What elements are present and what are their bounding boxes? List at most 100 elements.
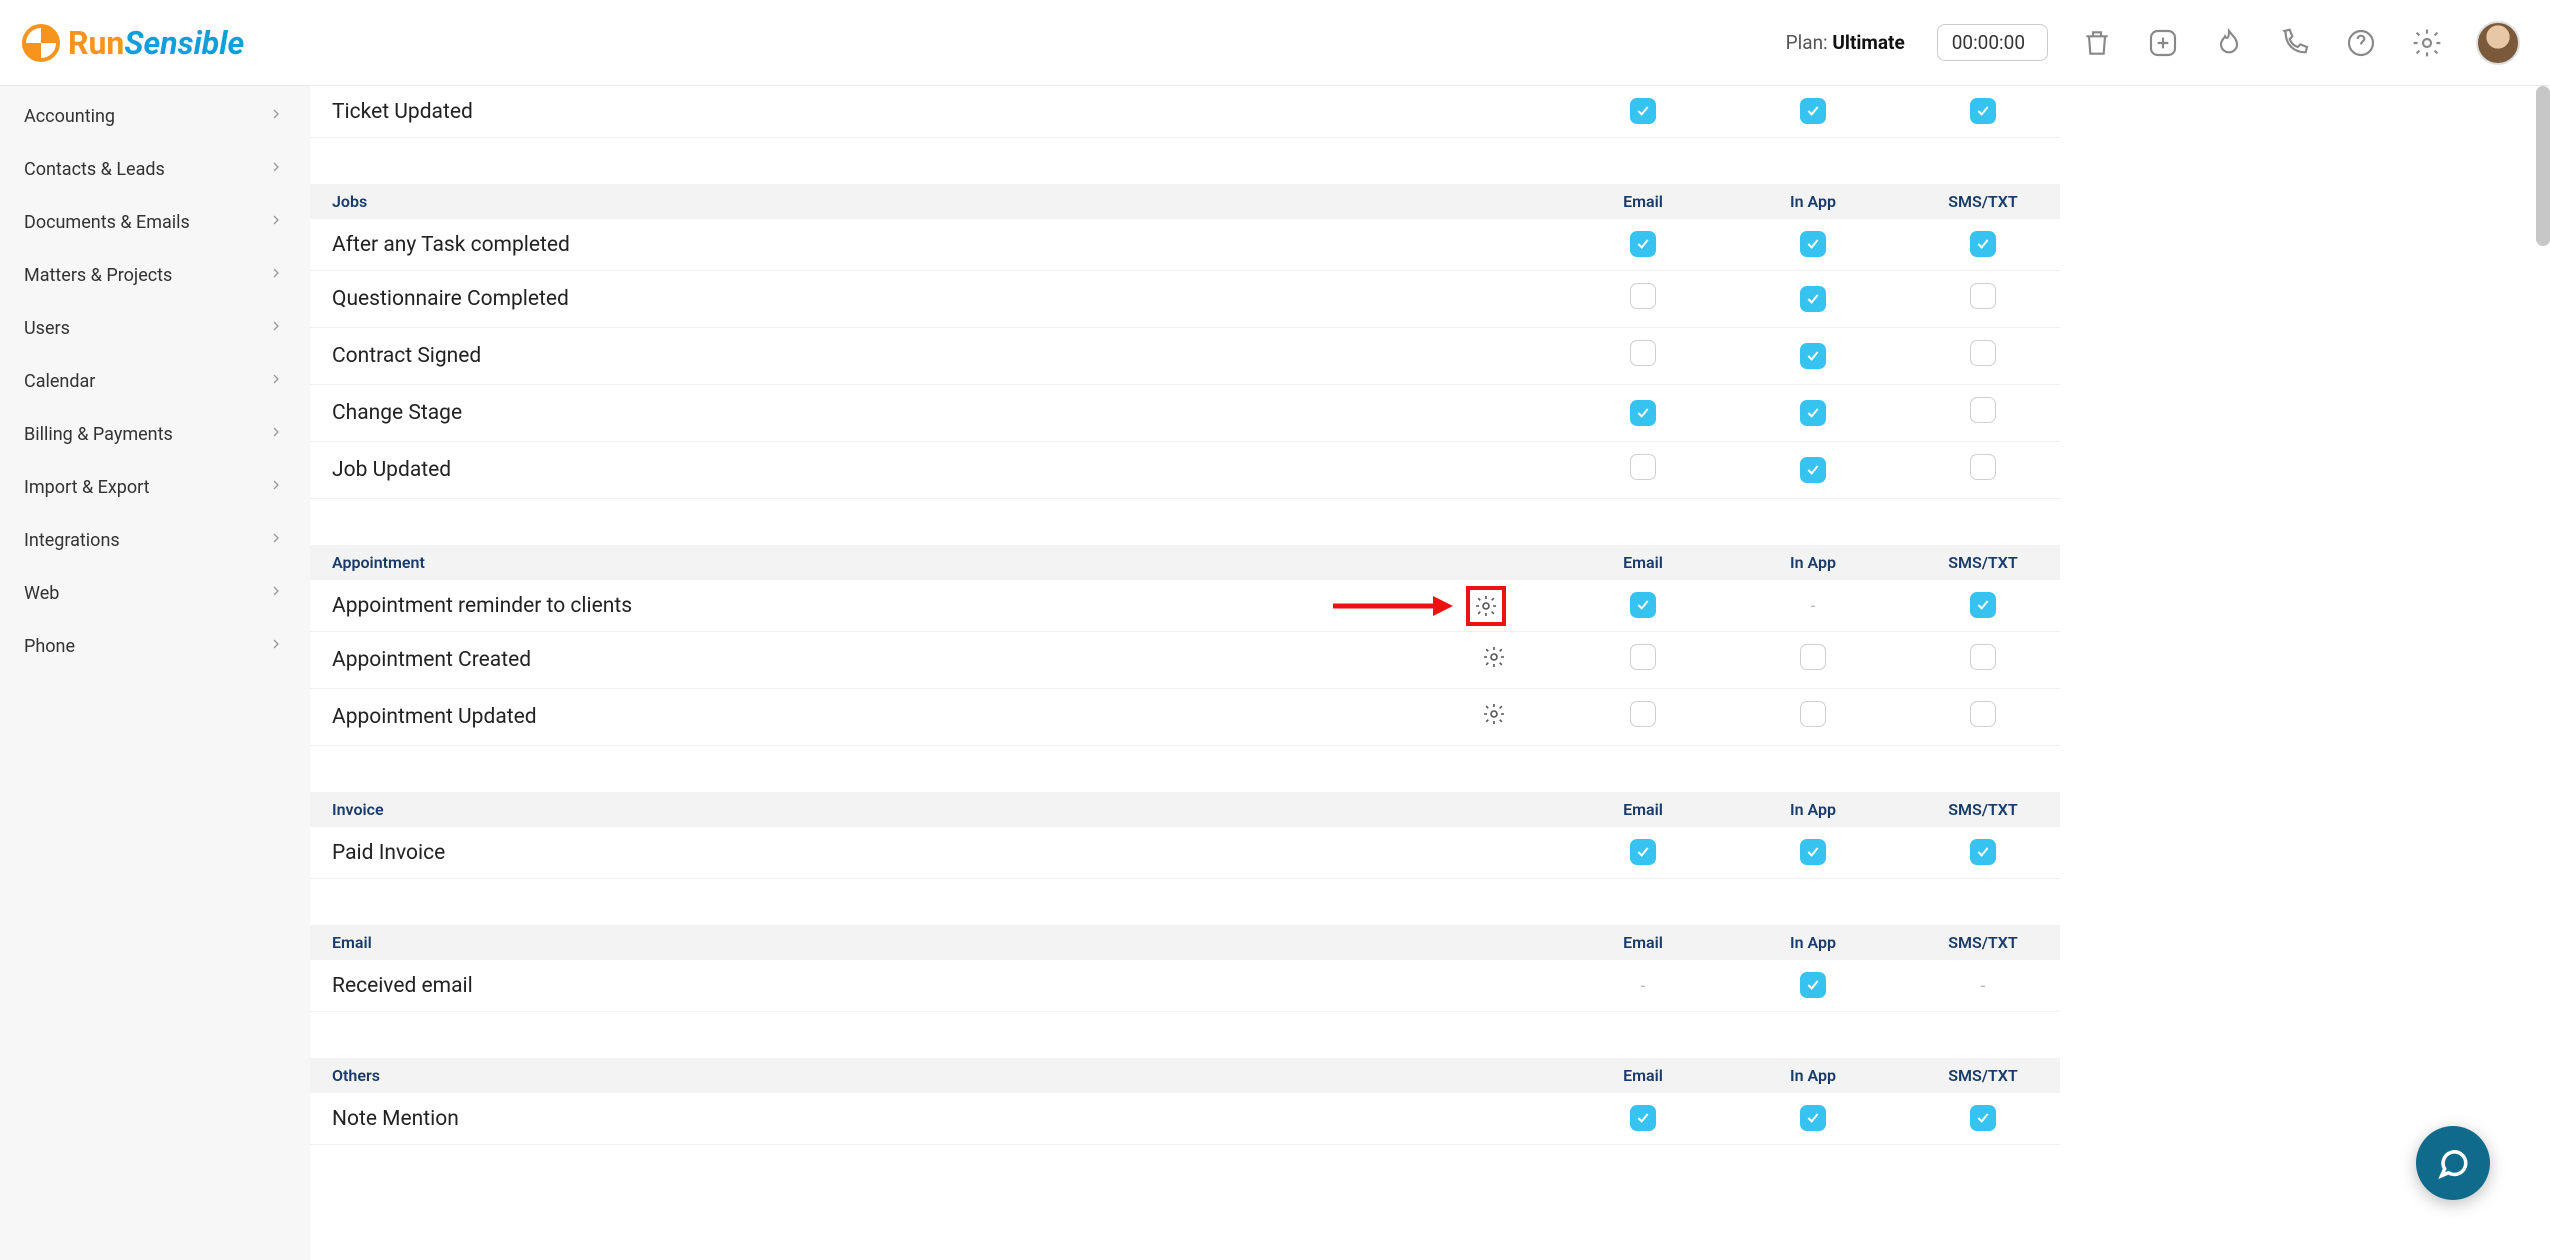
checkbox-off[interactable] — [1970, 454, 1996, 480]
chevron-right-icon — [268, 477, 284, 498]
sidebar-item-users[interactable]: Users — [0, 302, 310, 355]
checkbox-on[interactable] — [1800, 98, 1826, 124]
notification-row: Appointment Updated — [310, 689, 2060, 746]
checkbox-off[interactable] — [1630, 340, 1656, 366]
sidebar-item-accounting[interactable]: Accounting — [0, 90, 310, 143]
checkbox-on[interactable] — [1970, 231, 1996, 257]
checkbox-on[interactable] — [1970, 592, 1996, 618]
checkbox-off[interactable] — [1970, 397, 1996, 423]
col-inapp: In App — [1758, 800, 1868, 819]
checkbox-off[interactable] — [1800, 644, 1826, 670]
sidebar-item-web[interactable]: Web — [0, 567, 310, 620]
checkbox-on[interactable] — [1800, 839, 1826, 865]
logo-swirl-icon — [22, 24, 60, 62]
checkbox-on[interactable] — [1800, 343, 1826, 369]
notification-label: Job Updated — [332, 458, 451, 482]
checkbox-off[interactable] — [1970, 701, 1996, 727]
logo-run-text: Run — [68, 24, 124, 62]
brand-logo[interactable]: RunSensible — [22, 24, 244, 62]
sidebar-item-contacts-leads[interactable]: Contacts & Leads — [0, 143, 310, 196]
chat-fab[interactable] — [2416, 1126, 2490, 1200]
sidebar-item-matters-projects[interactable]: Matters & Projects — [0, 249, 310, 302]
sidebar-item-import-export[interactable]: Import & Export — [0, 461, 310, 514]
sidebar-item-label: Accounting — [24, 106, 115, 127]
checkbox-on[interactable] — [1630, 98, 1656, 124]
checkbox-on[interactable] — [1800, 1105, 1826, 1131]
help-icon[interactable] — [2344, 26, 2378, 60]
notification-row: Contract Signed — [310, 328, 2060, 385]
checkbox-on[interactable] — [1800, 231, 1826, 257]
checkbox-on[interactable] — [1970, 1105, 1996, 1131]
notification-label: Appointment reminder to clients — [332, 594, 632, 618]
sidebar-item-label: Billing & Payments — [24, 424, 173, 445]
checkbox-off[interactable] — [1970, 283, 1996, 309]
checkbox-on[interactable] — [1800, 972, 1826, 998]
checkbox-on[interactable] — [1630, 1105, 1656, 1131]
notification-label: Received email — [332, 974, 473, 998]
sidebar-item-integrations[interactable]: Integrations — [0, 514, 310, 567]
section-header-jobs: Jobs Email In App SMS/TXT — [310, 184, 2060, 219]
settings-icon[interactable] — [2410, 26, 2444, 60]
checkbox-off[interactable] — [1630, 644, 1656, 670]
top-header: RunSensible Plan: Ultimate 00:00:00 — [0, 0, 2550, 86]
notification-row: After any Task completed — [310, 219, 2060, 271]
sidebar-item-calendar[interactable]: Calendar — [0, 355, 310, 408]
user-avatar[interactable] — [2476, 21, 2520, 65]
sidebar-nav: Accounting Contacts & Leads Documents & … — [0, 86, 310, 1260]
chevron-right-icon — [268, 212, 284, 233]
checkbox-on[interactable] — [1970, 839, 1996, 865]
checkbox-off[interactable] — [1800, 701, 1826, 727]
sidebar-item-phone[interactable]: Phone — [0, 620, 310, 673]
section-title: Appointment — [332, 553, 1528, 572]
sidebar-item-label: Web — [24, 583, 59, 604]
section-header-email: Email Email In App SMS/TXT — [310, 925, 2060, 960]
chevron-right-icon — [268, 265, 284, 286]
checkbox-off[interactable] — [1630, 454, 1656, 480]
checkbox-off[interactable] — [1630, 701, 1656, 727]
flame-icon[interactable] — [2212, 26, 2246, 60]
chevron-right-icon — [268, 159, 284, 180]
chevron-right-icon — [268, 530, 284, 551]
chevron-right-icon — [268, 318, 284, 339]
col-sms: SMS/TXT — [1928, 800, 2038, 819]
checkbox-off[interactable] — [1970, 644, 1996, 670]
sidebar-item-label: Matters & Projects — [24, 265, 172, 286]
checkbox-on[interactable] — [1970, 98, 1996, 124]
checkbox-on[interactable] — [1800, 400, 1826, 426]
notification-row: Paid Invoice — [310, 827, 2060, 879]
checkbox-off[interactable] — [1630, 283, 1656, 309]
checkbox-on[interactable] — [1630, 592, 1656, 618]
col-sms: SMS/TXT — [1928, 933, 2038, 952]
gear-icon[interactable] — [1466, 586, 1506, 626]
notification-row: Appointment Created — [310, 632, 2060, 689]
notification-label: After any Task completed — [332, 233, 570, 257]
notification-label: Paid Invoice — [332, 841, 445, 865]
checkbox-on[interactable] — [1800, 286, 1826, 312]
gear-icon[interactable] — [1482, 708, 1506, 732]
col-inapp: In App — [1758, 1066, 1868, 1085]
checkbox-disabled: - — [1641, 976, 1646, 997]
gear-icon[interactable] — [1482, 651, 1506, 675]
sidebar-item-billing-payments[interactable]: Billing & Payments — [0, 408, 310, 461]
trash-icon[interactable] — [2080, 26, 2114, 60]
section-title: Jobs — [332, 192, 1528, 211]
checkbox-off[interactable] — [1970, 340, 1996, 366]
phone-icon[interactable] — [2278, 26, 2312, 60]
sidebar-item-documents-emails[interactable]: Documents & Emails — [0, 196, 310, 249]
notification-row: Ticket Updated — [310, 86, 2060, 138]
checkbox-on[interactable] — [1800, 457, 1826, 483]
plan-value: Ultimate — [1832, 31, 1904, 54]
add-icon[interactable] — [2146, 26, 2180, 60]
checkbox-on[interactable] — [1630, 839, 1656, 865]
col-sms: SMS/TXT — [1928, 553, 2038, 572]
timer-widget[interactable]: 00:00:00 — [1937, 24, 2048, 61]
section-header-appointment: Appointment Email In App SMS/TXT — [310, 545, 2060, 580]
notification-label: Appointment Created — [332, 648, 531, 672]
checkbox-on[interactable] — [1630, 231, 1656, 257]
header-right-cluster: Plan: Ultimate 00:00:00 — [1786, 21, 2520, 65]
notification-label: Appointment Updated — [332, 705, 537, 729]
sidebar-item-label: Import & Export — [24, 477, 150, 498]
checkbox-on[interactable] — [1630, 400, 1656, 426]
sidebar-item-label: Contacts & Leads — [24, 159, 165, 180]
scrollbar[interactable] — [2536, 86, 2550, 246]
